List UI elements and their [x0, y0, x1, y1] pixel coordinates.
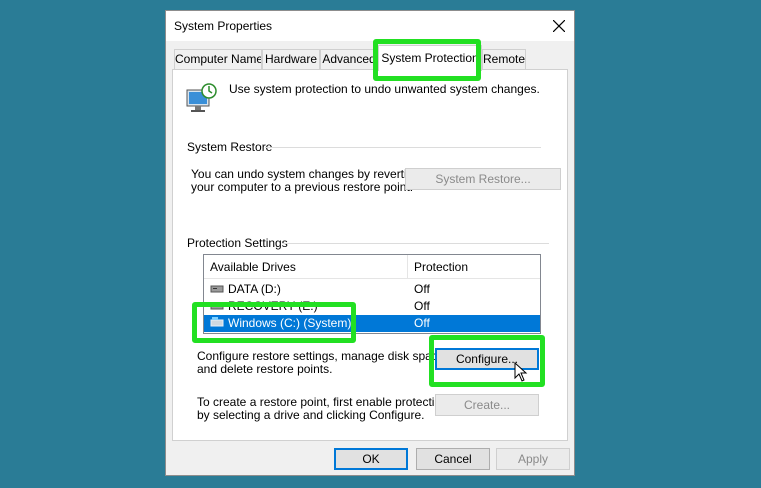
- system-properties-window: System Properties Computer Name Hardware…: [165, 10, 575, 476]
- close-button[interactable]: [544, 11, 574, 41]
- protection-settings-group-label: Protection Settings: [187, 236, 292, 250]
- mouse-cursor-icon: [514, 362, 528, 382]
- system-restore-group-label: System Restore: [187, 140, 277, 154]
- system-restore-text-1: You can undo system changes by reverting: [191, 167, 421, 181]
- tab-system-protection[interactable]: System Protection: [378, 45, 482, 71]
- drive-protection-status: Off: [414, 299, 430, 313]
- column-divider: [407, 255, 408, 278]
- drive-row-windows-system[interactable]: Windows (C:) (System) Off: [204, 315, 540, 332]
- configure-text-2: and delete restore points.: [197, 362, 333, 376]
- create-text-1: To create a restore point, first enable …: [197, 395, 448, 409]
- drive-protection-status: Off: [414, 316, 430, 330]
- drives-listview[interactable]: Available Drives Protection DATA (D:) Of…: [203, 254, 541, 334]
- protection-settings-divider: [283, 243, 549, 244]
- hard-drive-icon: [210, 285, 224, 293]
- title-bar[interactable]: System Properties: [166, 11, 574, 41]
- tab-panel: Use system protection to undo unwanted s…: [172, 69, 568, 441]
- listview-header: Available Drives Protection: [204, 255, 540, 279]
- system-restore-button[interactable]: System Restore...: [405, 168, 561, 190]
- drive-name: DATA (D:): [228, 282, 281, 296]
- drive-row-recovery[interactable]: RECOVERY (E:) Off: [204, 298, 540, 315]
- system-restore-divider: [265, 147, 541, 148]
- drive-name: Windows (C:) (System): [228, 316, 352, 330]
- tab-computer-name[interactable]: Computer Name: [174, 49, 262, 70]
- drive-protection-status: Off: [414, 282, 430, 296]
- cancel-button[interactable]: Cancel: [416, 448, 490, 470]
- close-icon: [553, 20, 565, 32]
- create-button[interactable]: Create...: [435, 394, 539, 416]
- drive-name: RECOVERY (E:): [228, 299, 318, 313]
- window-title: System Properties: [174, 19, 273, 33]
- column-available-drives[interactable]: Available Drives: [210, 260, 296, 274]
- column-protection[interactable]: Protection: [414, 260, 468, 274]
- hard-drive-icon: [210, 302, 224, 310]
- drive-row-data[interactable]: DATA (D:) Off: [204, 281, 540, 298]
- windows-drive-icon: [210, 317, 224, 327]
- system-protection-icon: [186, 83, 217, 112]
- protection-description: Use system protection to undo unwanted s…: [229, 82, 540, 96]
- create-text-2: by selecting a drive and clicking Config…: [197, 408, 425, 422]
- tab-remote[interactable]: Remote: [482, 49, 526, 70]
- system-restore-text-2: your computer to a previous restore poin…: [191, 180, 414, 194]
- ok-button[interactable]: OK: [334, 448, 408, 470]
- apply-button[interactable]: Apply: [496, 448, 570, 470]
- configure-text-1: Configure restore settings, manage disk …: [197, 349, 448, 363]
- tab-advanced[interactable]: Advanced: [320, 49, 378, 70]
- tab-hardware[interactable]: Hardware: [262, 49, 320, 70]
